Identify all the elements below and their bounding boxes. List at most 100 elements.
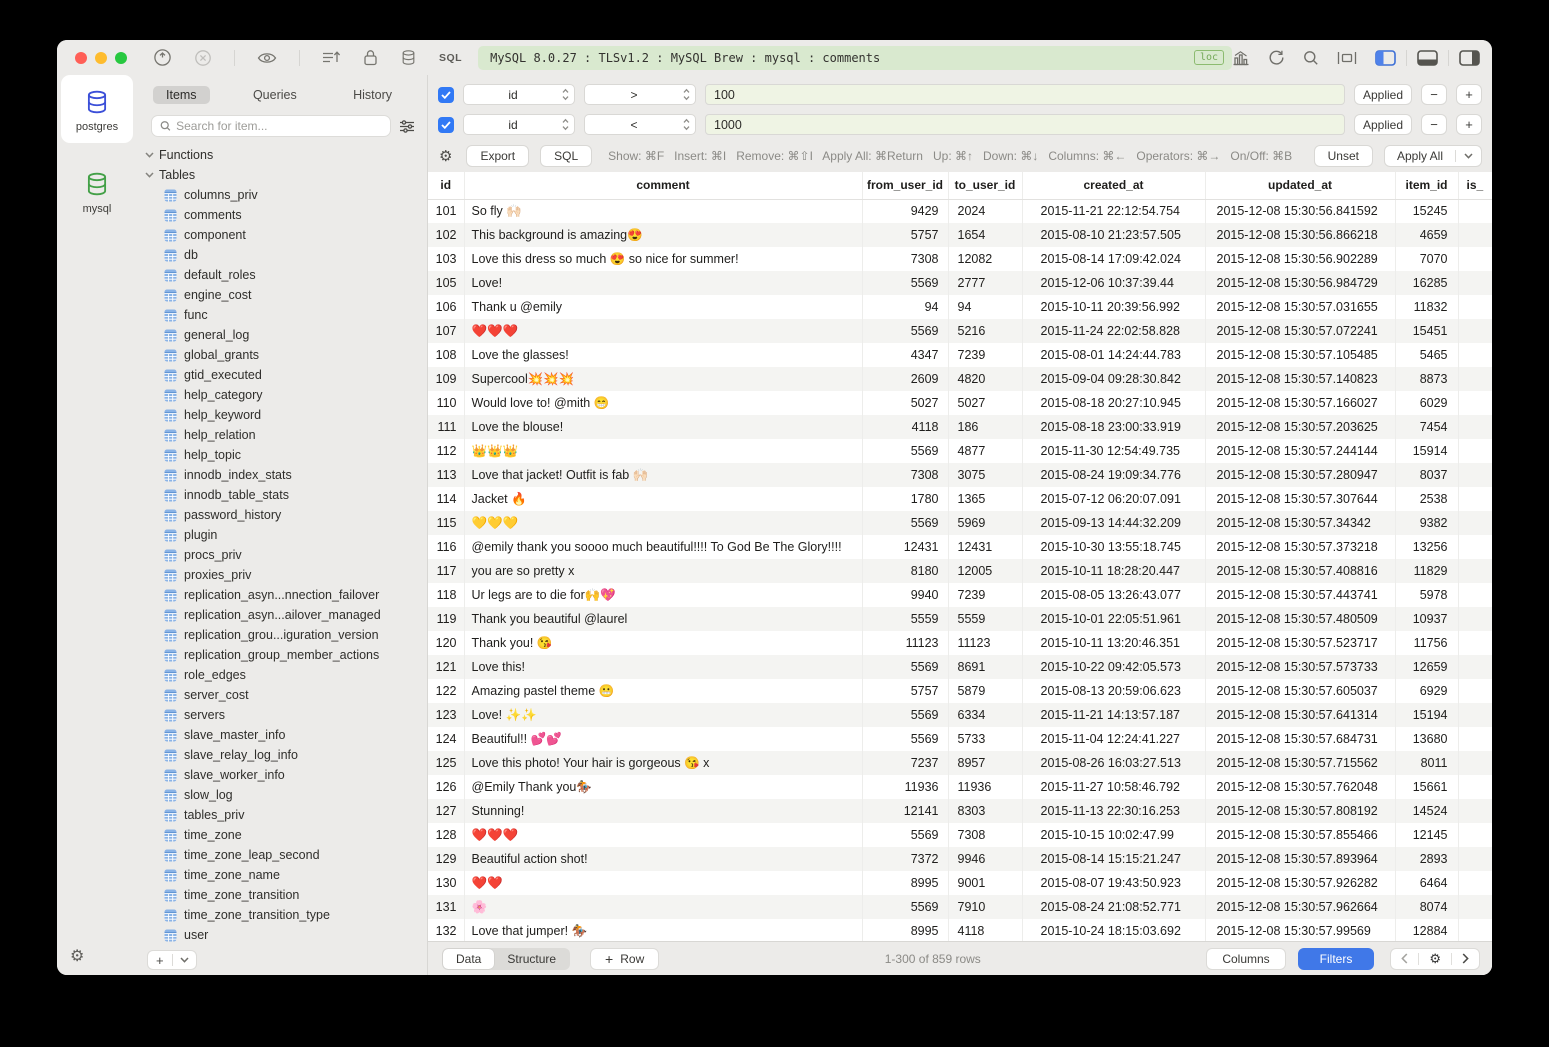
cell-item_id[interactable]: 7454 xyxy=(1395,415,1458,439)
cell-item_id[interactable]: 11756 xyxy=(1395,631,1458,655)
cell-updated_at[interactable]: 2015-12-08 15:30:57.962664 xyxy=(1205,895,1395,919)
cell-id[interactable]: 121 xyxy=(428,655,464,679)
cell-is_[interactable] xyxy=(1458,559,1492,583)
cell-updated_at[interactable]: 2015-12-08 15:30:57.166027 xyxy=(1205,391,1395,415)
cell-updated_at[interactable]: 2015-12-08 15:30:57.605037 xyxy=(1205,679,1395,703)
cell-from_user_id[interactable]: 5569 xyxy=(862,271,948,295)
filter-applied-button[interactable]: Applied xyxy=(1354,114,1412,135)
sidebar-table-item[interactable]: password_history xyxy=(137,505,427,525)
cell-from_user_id[interactable]: 8995 xyxy=(862,919,948,941)
cell-item_id[interactable]: 15914 xyxy=(1395,439,1458,463)
cell-is_[interactable] xyxy=(1458,535,1492,559)
cell-is_[interactable] xyxy=(1458,271,1492,295)
column-header-created-at[interactable]: created_at xyxy=(1022,172,1205,199)
cell-created_at[interactable]: 2015-08-14 17:09:42.024 xyxy=(1022,247,1205,271)
filter-operator-select[interactable]: > xyxy=(584,84,696,105)
data-tab-button[interactable]: Data xyxy=(443,949,494,969)
cell-from_user_id[interactable]: 5569 xyxy=(862,823,948,847)
sidebar-table-item[interactable]: component xyxy=(137,225,427,245)
cell-from_user_id[interactable]: 8180 xyxy=(862,559,948,583)
cell-created_at[interactable]: 2015-08-05 13:26:43.077 xyxy=(1022,583,1205,607)
sidebar-table-item[interactable]: servers xyxy=(137,705,427,725)
cell-to_user_id[interactable]: 7239 xyxy=(948,343,1022,367)
cell-created_at[interactable]: 2015-08-24 21:08:52.771 xyxy=(1022,895,1205,919)
filter-value-input[interactable] xyxy=(705,114,1345,135)
cell-comment[interactable]: ❤️❤️ xyxy=(464,871,862,895)
cell-comment[interactable]: Thank you! 😘 xyxy=(464,631,862,655)
settings-gear-icon[interactable]: ⚙ xyxy=(70,946,84,966)
cell-item_id[interactable]: 6029 xyxy=(1395,391,1458,415)
sidebar-table-item[interactable]: replication_asyn...ailover_managed xyxy=(137,605,427,625)
cell-to_user_id[interactable]: 1365 xyxy=(948,487,1022,511)
cell-item_id[interactable]: 8873 xyxy=(1395,367,1458,391)
cell-is_[interactable] xyxy=(1458,607,1492,631)
toggle-right-panel-icon[interactable] xyxy=(1459,50,1480,66)
lock-icon[interactable] xyxy=(363,49,378,66)
cell-comment[interactable]: Thank u @emily xyxy=(464,295,862,319)
sidebar-table-item[interactable]: server_cost xyxy=(137,685,427,705)
cell-updated_at[interactable]: 2015-12-08 15:30:57.34342 xyxy=(1205,511,1395,535)
sidebar-table-item[interactable]: plugin xyxy=(137,525,427,545)
cell-id[interactable]: 107 xyxy=(428,319,464,343)
cell-updated_at[interactable]: 2015-12-08 15:30:57.641314 xyxy=(1205,703,1395,727)
cell-created_at[interactable]: 2015-12-06 10:37:39.44 xyxy=(1022,271,1205,295)
cell-item_id[interactable]: 8011 xyxy=(1395,751,1458,775)
cell-id[interactable]: 113 xyxy=(428,463,464,487)
sidebar-table-item[interactable]: tables_priv xyxy=(137,805,427,825)
cell-is_[interactable] xyxy=(1458,343,1492,367)
cell-created_at[interactable]: 2015-09-13 14:44:32.209 xyxy=(1022,511,1205,535)
cell-id[interactable]: 102 xyxy=(428,223,464,247)
cell-to_user_id[interactable]: 5216 xyxy=(948,319,1022,343)
cell-item_id[interactable]: 15194 xyxy=(1395,703,1458,727)
cell-created_at[interactable]: 2015-10-11 13:20:46.351 xyxy=(1022,631,1205,655)
cell-from_user_id[interactable]: 12431 xyxy=(862,535,948,559)
cell-comment[interactable]: 💛💛💛 xyxy=(464,511,862,535)
cell-is_[interactable] xyxy=(1458,439,1492,463)
cell-to_user_id[interactable]: 8957 xyxy=(948,751,1022,775)
cell-updated_at[interactable]: 2015-12-08 15:30:57.072241 xyxy=(1205,319,1395,343)
add-item-menu-button[interactable] xyxy=(173,957,196,963)
cell-to_user_id[interactable]: 8303 xyxy=(948,799,1022,823)
cell-to_user_id[interactable]: 12082 xyxy=(948,247,1022,271)
cell-to_user_id[interactable]: 3075 xyxy=(948,463,1022,487)
tab-items[interactable]: Items xyxy=(153,86,210,104)
next-page-button[interactable] xyxy=(1452,953,1479,964)
cell-is_[interactable] xyxy=(1458,631,1492,655)
cell-created_at[interactable]: 2015-11-21 14:13:57.187 xyxy=(1022,703,1205,727)
cell-to_user_id[interactable]: 186 xyxy=(948,415,1022,439)
cell-from_user_id[interactable]: 94 xyxy=(862,295,948,319)
cell-created_at[interactable]: 2015-10-24 18:15:03.692 xyxy=(1022,919,1205,941)
cell-is_[interactable] xyxy=(1458,775,1492,799)
zoom-window-button[interactable] xyxy=(115,52,127,64)
database-icon[interactable] xyxy=(400,49,417,66)
export-button[interactable]: Export xyxy=(466,145,529,167)
cell-comment[interactable]: Love this dress so much 😍 so nice for su… xyxy=(464,247,862,271)
cell-comment[interactable]: Supercool💥💥💥 xyxy=(464,367,862,391)
cell-is_[interactable] xyxy=(1458,871,1492,895)
cell-id[interactable]: 127 xyxy=(428,799,464,823)
cell-item_id[interactable]: 15245 xyxy=(1395,199,1458,223)
sidebar-table-item[interactable]: slave_relay_log_info xyxy=(137,745,427,765)
cell-item_id[interactable]: 14524 xyxy=(1395,799,1458,823)
cell-created_at[interactable]: 2015-11-27 10:58:46.792 xyxy=(1022,775,1205,799)
chart-icon[interactable] xyxy=(1232,50,1250,66)
cell-comment[interactable]: Love the glasses! xyxy=(464,343,862,367)
filter-settings-gear-icon[interactable]: ⚙ xyxy=(439,147,452,165)
sidebar-table-item[interactable]: general_log xyxy=(137,325,427,345)
cell-id[interactable]: 101 xyxy=(428,199,464,223)
cell-from_user_id[interactable]: 5757 xyxy=(862,679,948,703)
sidebar-table-item[interactable]: replication_grou...iguration_version xyxy=(137,625,427,645)
cell-comment[interactable]: Beautiful!! 💕💕 xyxy=(464,727,862,751)
sidebar-table-item[interactable]: time_zone_transition xyxy=(137,885,427,905)
cell-id[interactable]: 124 xyxy=(428,727,464,751)
cell-is_[interactable] xyxy=(1458,367,1492,391)
sidebar-table-item[interactable]: time_zone_leap_second xyxy=(137,845,427,865)
cell-updated_at[interactable]: 2015-12-08 15:30:57.307644 xyxy=(1205,487,1395,511)
cell-to_user_id[interactable]: 9946 xyxy=(948,847,1022,871)
cell-comment[interactable]: Love! xyxy=(464,271,862,295)
cell-item_id[interactable]: 8037 xyxy=(1395,463,1458,487)
connection-postgres[interactable]: postgres xyxy=(61,75,133,143)
previous-page-button[interactable] xyxy=(1391,953,1418,964)
restore-list-icon[interactable] xyxy=(322,50,341,65)
sidebar-table-item[interactable]: default_roles xyxy=(137,265,427,285)
